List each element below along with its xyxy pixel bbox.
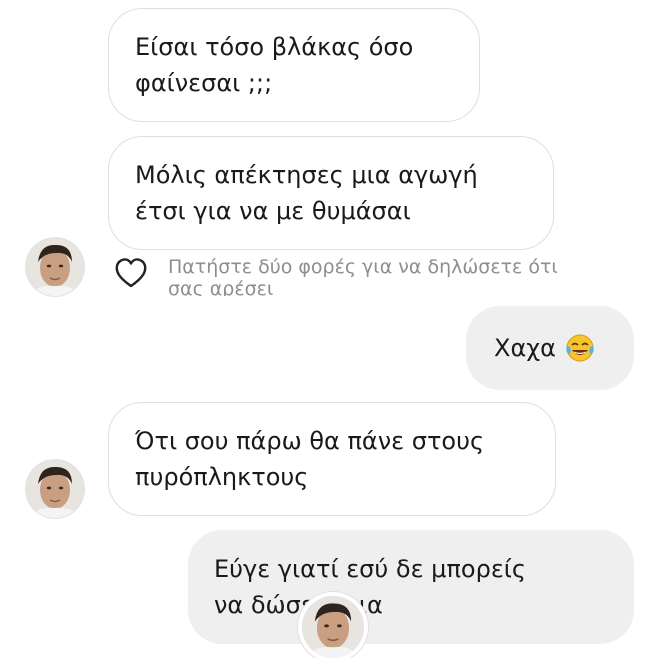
message-content: Χαχα <box>494 330 596 366</box>
message-text: Εύγε γιατί εσύ δε μπορείς να δώσεις μια <box>214 555 526 619</box>
face-with-tears-of-joy-icon <box>566 334 594 362</box>
sender-avatar[interactable] <box>26 460 84 518</box>
message-bubble-outgoing[interactable]: Εύγε γιατί εσύ δε μπορείς να δώσεις μια <box>188 530 634 644</box>
message-bubble-incoming[interactable]: Μόλις απέκτησες μια αγωγή έτσι για να με… <box>108 136 554 250</box>
message-bubble-incoming[interactable]: Ότι σου πάρω θα πάνε στους πυρόπληκτους <box>108 402 556 516</box>
message-bubble-outgoing[interactable]: Χαχα <box>466 306 634 390</box>
avatar-photo <box>26 238 84 296</box>
message-text: Χαχα <box>494 334 556 362</box>
message-text: Ότι σου πάρω θα πάνε στους πυρόπληκτους <box>135 427 485 491</box>
like-hint-text: Πατήστε δύο φορές για να δηλώσετε ότι σα… <box>168 256 558 296</box>
avatar-photo <box>302 596 364 658</box>
message-text: Είσαι τόσο βλάκας όσο φαίνεσαι ;;; <box>135 33 414 97</box>
message-bubble-incoming[interactable]: Είσαι τόσο βλάκας όσο φαίνεσαι ;;; <box>108 8 480 122</box>
seen-avatar[interactable] <box>302 596 364 658</box>
avatar-photo <box>26 460 84 518</box>
message-text: Μόλις απέκτησες μια αγωγή έτσι για να με… <box>135 161 478 225</box>
sender-avatar[interactable] <box>26 238 84 296</box>
heart-outline-icon[interactable] <box>114 257 148 289</box>
